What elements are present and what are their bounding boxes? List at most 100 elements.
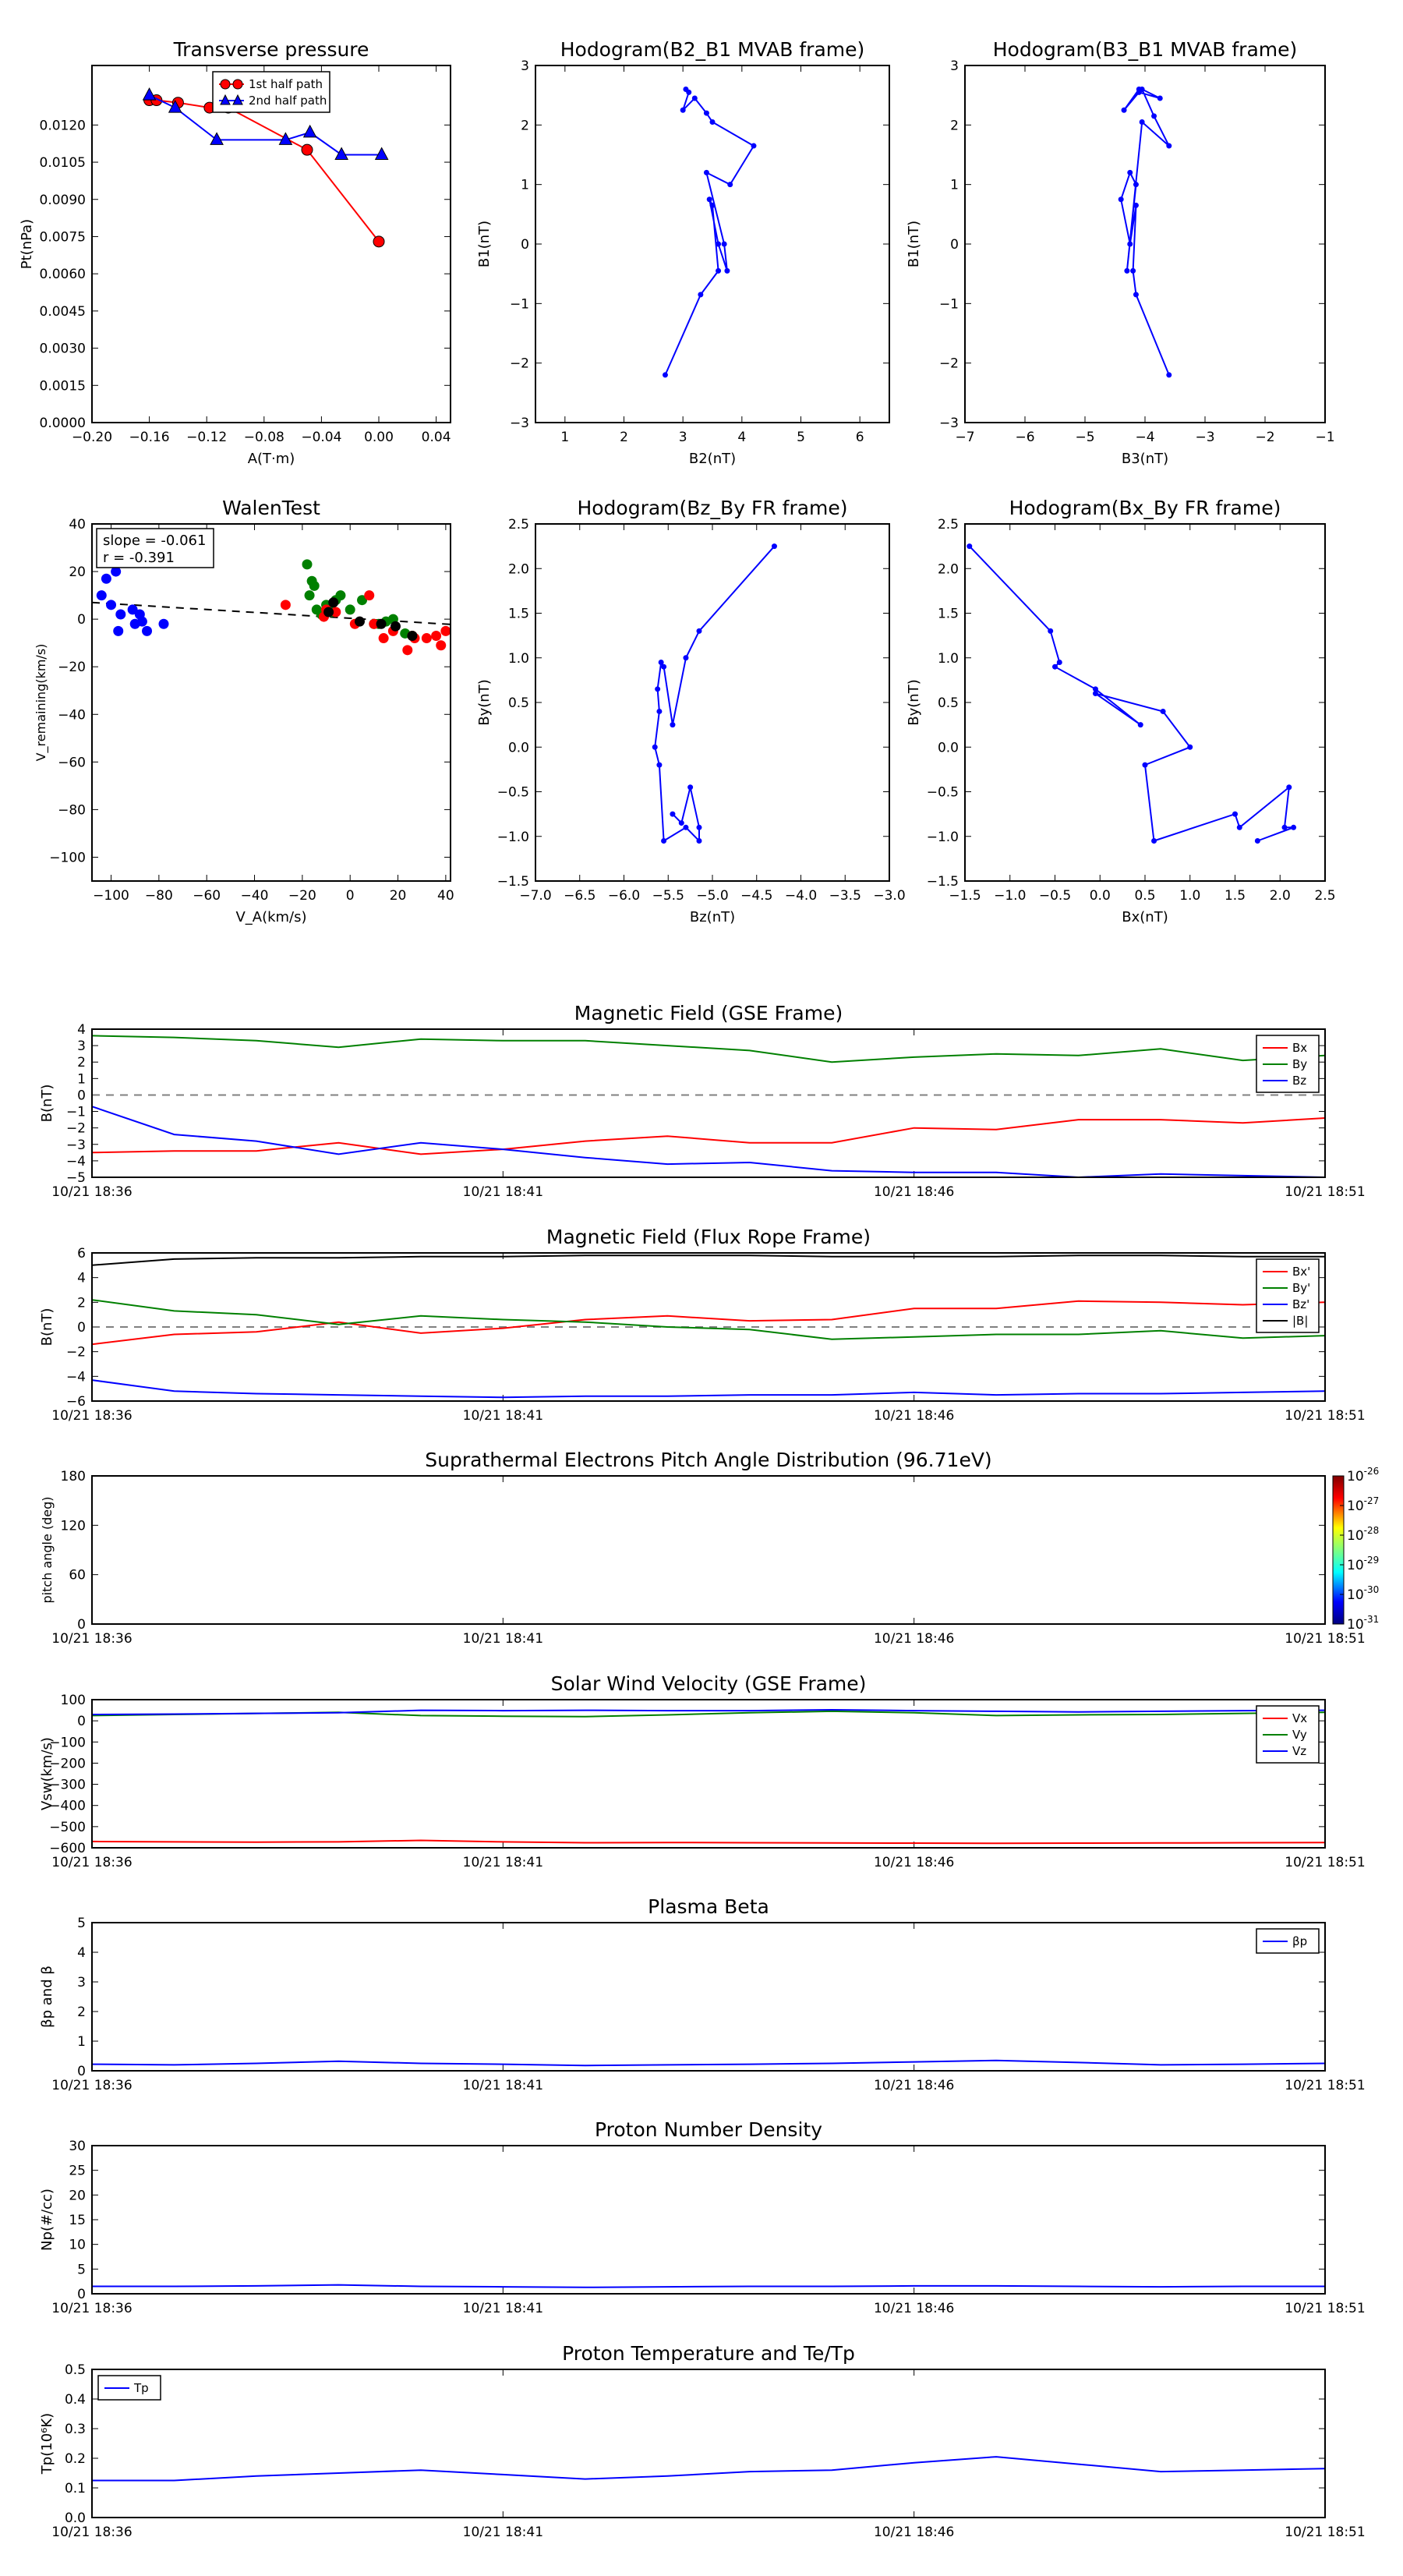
plot-area	[662, 87, 757, 378]
data-point	[421, 633, 432, 644]
x-tick-label: 40	[437, 888, 454, 904]
y-tick-label: 25	[69, 2164, 86, 2179]
data-point	[696, 837, 702, 844]
y-tick-label: 5	[77, 2262, 86, 2277]
legend-label-Bz: Bz	[1292, 1074, 1306, 1088]
plot-frame	[91, 2369, 1326, 2518]
data-point	[687, 784, 694, 791]
x-tick-label: −6	[1015, 430, 1034, 445]
data-point	[1291, 824, 1297, 830]
y-tick-label: −3	[510, 416, 529, 431]
data-point	[142, 625, 153, 636]
plot-area	[92, 1708, 1325, 1845]
y-tick-label: 4	[77, 1022, 86, 1038]
y-tick-label: 2	[77, 1055, 86, 1070]
data-point	[280, 600, 291, 610]
legend-label-|B|: |B|	[1292, 1314, 1308, 1328]
y-tick-label: −1.5	[497, 874, 529, 890]
x-tick-label: 2	[620, 430, 628, 445]
x-tick-label: −0.5	[1039, 888, 1071, 904]
x-tick-label: −0.12	[186, 430, 227, 445]
y-axis-label: Tp(10⁶K)	[39, 2413, 55, 2475]
series-line-Tp	[92, 2456, 1325, 2482]
legend-label-Vy: Vy	[1292, 1728, 1307, 1742]
plot-frame	[91, 2145, 1326, 2295]
chart-panel-3: WalenTest −100 −80 −60 −40 −20 0 20 40 −100 −80 −60…	[34, 497, 454, 925]
x-tick-label: −20	[288, 888, 316, 904]
plot-frame	[535, 523, 890, 882]
plot-area	[92, 2059, 1325, 2067]
y-tick-label: −2	[66, 1121, 86, 1137]
y-tick-label: 0.3	[65, 2422, 86, 2437]
chart-panel-0: Transverse pressure −0.20 −0.16 −0.12 −0.08 −…	[19, 38, 451, 467]
x-tick-label: −4.5	[740, 888, 772, 904]
x-tick-label: 0	[346, 888, 355, 904]
y-tick-label: −0.5	[927, 785, 959, 801]
data-point	[1127, 169, 1133, 175]
x-tick-label: 3	[679, 430, 687, 445]
data-point	[1121, 107, 1127, 113]
y-tick-label: −40	[58, 707, 86, 723]
y-tick-label: 0.0030	[40, 341, 86, 357]
data-point	[703, 169, 709, 175]
y-axis-label: βp and β	[39, 1966, 55, 2028]
y-tick-label: −1.0	[927, 830, 959, 845]
x-tick-label: 10/21 18:51	[1285, 2525, 1365, 2540]
y-tick-label: −2	[510, 356, 529, 372]
y-tick-label: −600	[49, 1841, 86, 1856]
series-line-Bz	[92, 1106, 1325, 1177]
y-tick-label: −60	[58, 755, 86, 770]
y-tick-label: 0	[77, 612, 86, 628]
colorbar	[1332, 1475, 1345, 1625]
colorbar-tick-exponent: -28	[1364, 1525, 1380, 1536]
y-tick-label: 0.0045	[40, 304, 86, 320]
data-point	[1151, 113, 1157, 119]
data-point	[751, 143, 757, 149]
y-tick-label: 6	[77, 1246, 86, 1261]
y-tick-label: 1	[77, 1071, 86, 1087]
x-tick-label: 10/21 18:46	[874, 2078, 954, 2093]
data-point	[716, 241, 722, 247]
data-point	[1157, 95, 1163, 101]
data-point	[680, 107, 686, 113]
x-tick-label: 1	[560, 430, 569, 445]
series-line-By	[92, 1035, 1325, 1063]
y-tick-label: 180	[61, 1469, 86, 1484]
chart-panel-4: Hodogram(Bz_By FR frame) −7.0 −6.5 −6.0 −5.5…	[476, 497, 906, 925]
y-tick-label: −3	[66, 1138, 86, 1153]
x-tick-label: 2.0	[1270, 888, 1291, 904]
data-point	[683, 824, 689, 830]
series-line-By'	[92, 1299, 1325, 1340]
data-point	[655, 686, 661, 692]
x-tick-label: 1.0	[1179, 888, 1200, 904]
x-tick-label: 10/21 18:46	[874, 1408, 954, 1424]
colorbar-tick-base: 10	[1347, 1469, 1364, 1484]
legend-label-1st half path: 1st half path	[249, 77, 323, 91]
data-point	[696, 824, 702, 830]
plot-frame	[91, 1028, 1326, 1178]
x-tick-label: 10/21 18:41	[463, 1184, 543, 1200]
x-tick-label: 10/21 18:41	[463, 2078, 543, 2093]
y-tick-label: 0.0	[938, 740, 959, 755]
data-point	[1133, 182, 1139, 188]
plot-area	[1118, 87, 1172, 378]
data-point	[210, 132, 224, 145]
x-axis-label: B2(nT)	[689, 451, 736, 467]
y-axis-label: Vsw(km/s)	[39, 1737, 55, 1810]
data-point	[1166, 372, 1172, 378]
y-tick-label: −0.5	[497, 785, 529, 801]
x-tick-label: −4	[1135, 430, 1154, 445]
y-tick-label: −1	[510, 296, 529, 312]
colorbar-tick-label: 10-30	[1347, 1584, 1379, 1603]
data-point	[374, 147, 389, 160]
data-point	[683, 87, 689, 93]
data-point	[136, 616, 147, 627]
y-axis-label: B1(nT)	[476, 221, 493, 267]
x-tick-label: 10/21 18:41	[463, 2525, 543, 2540]
data-point	[1254, 837, 1260, 844]
x-axis-label-text: V_A(km/s)	[235, 909, 306, 925]
data-point	[967, 543, 973, 550]
y-tick-label: 3	[521, 58, 529, 74]
data-point	[727, 182, 733, 188]
y-axis-label: By(nT)	[476, 679, 493, 725]
